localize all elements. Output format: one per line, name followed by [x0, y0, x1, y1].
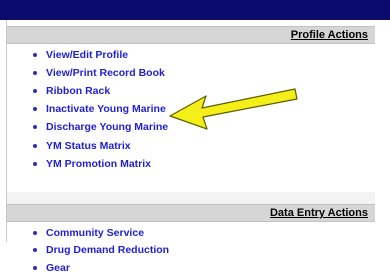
profile-action-item[interactable]: YM Status Matrix [33, 138, 131, 154]
bullet-icon [33, 53, 37, 57]
young-marine-actions-panel: Profile Actions Data Entry Actions View/… [0, 0, 390, 274]
community-service-link[interactable]: Community Service [46, 227, 144, 239]
bullet-icon [33, 266, 37, 270]
profile-action-item[interactable]: View/Edit Profile [33, 47, 128, 63]
discharge-young-marine-link[interactable]: Discharge Young Marine [46, 121, 168, 133]
inactivate-young-marine-link[interactable]: Inactivate Young Marine [46, 103, 166, 115]
profile-action-item[interactable]: Ribbon Rack [33, 83, 110, 99]
profile-action-item[interactable]: Discharge Young Marine [33, 119, 168, 135]
view-print-record-book-link[interactable]: View/Print Record Book [46, 67, 165, 79]
bullet-icon [33, 71, 37, 75]
ym-status-matrix-link[interactable]: YM Status Matrix [46, 140, 131, 152]
bullet-icon [33, 144, 37, 148]
bullet-icon [33, 248, 37, 252]
view-edit-profile-link[interactable]: View/Edit Profile [46, 49, 128, 61]
profile-action-item[interactable]: View/Print Record Book [33, 65, 165, 81]
data-entry-action-item[interactable]: Drug Demand Reduction [33, 242, 169, 258]
profile-action-item[interactable]: YM Promotion Matrix [33, 156, 151, 172]
bullet-icon [33, 162, 37, 166]
ribbon-rack-link[interactable]: Ribbon Rack [46, 85, 110, 97]
bullet-icon [33, 89, 37, 93]
bullet-icon [33, 125, 37, 129]
data-entry-action-item[interactable]: Gear [33, 260, 70, 276]
profile-action-item[interactable]: Inactivate Young Marine [33, 101, 166, 117]
action-links: View/Edit Profile View/Print Record Book… [0, 0, 390, 274]
ym-promotion-matrix-link[interactable]: YM Promotion Matrix [46, 158, 151, 170]
bullet-icon [33, 107, 37, 111]
gear-link[interactable]: Gear [46, 262, 70, 274]
data-entry-action-item[interactable]: Community Service [33, 225, 144, 241]
bullet-icon [33, 231, 37, 235]
drug-demand-reduction-link[interactable]: Drug Demand Reduction [46, 244, 169, 256]
